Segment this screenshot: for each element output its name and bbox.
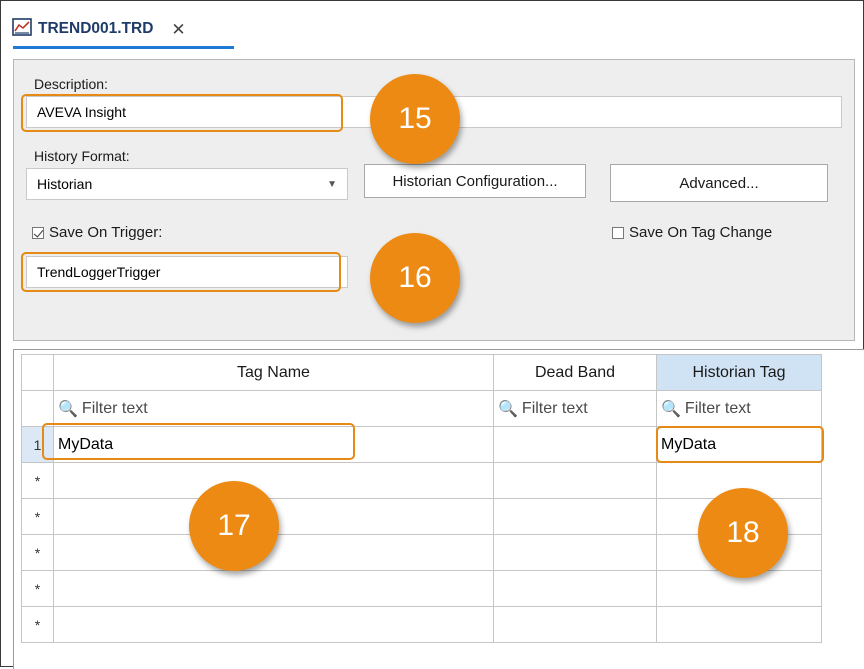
filter-row-header: [21, 390, 54, 427]
filter-cell-historian-tag[interactable]: 🔍 Filter text: [656, 390, 822, 427]
row-header[interactable]: *: [21, 606, 54, 643]
save-on-tag-change-label: Save On Tag Change: [629, 224, 773, 241]
close-icon[interactable]: ✕: [171, 21, 185, 38]
row-header[interactable]: *: [21, 570, 54, 607]
callout-16: 16: [370, 233, 460, 323]
editor-window: TREND001.TRD ✕ Description: AVEVA Insigh…: [0, 0, 864, 669]
row-header[interactable]: 1: [21, 426, 54, 463]
search-icon: 🔍: [498, 400, 518, 418]
cell-tag-name[interactable]: [53, 462, 494, 499]
row-header-corner[interactable]: [21, 354, 54, 391]
row-header[interactable]: *: [21, 462, 54, 499]
cell-dead-band[interactable]: [493, 534, 657, 571]
filter-placeholder: Filter text: [684, 399, 751, 417]
tab-strip: TREND001.TRD ✕: [2, 2, 862, 49]
save-on-tag-change-checkbox[interactable]: Save On Tag Change: [612, 224, 772, 241]
trigger-tag-value: TrendLoggerTrigger: [37, 264, 161, 280]
filter-cell-dead-band[interactable]: 🔍 Filter text: [493, 390, 657, 427]
save-on-trigger-checkbox[interactable]: Save On Trigger:: [32, 224, 162, 241]
filter-placeholder: Filter text: [521, 399, 588, 417]
history-format-value: Historian: [37, 176, 93, 192]
callout-17: 17: [189, 481, 279, 571]
tab-trend001[interactable]: TREND001.TRD ✕: [12, 12, 186, 46]
column-header-historian-tag[interactable]: Historian Tag: [656, 354, 822, 391]
cell-dead-band[interactable]: [493, 606, 657, 643]
cell-historian-tag[interactable]: MyData: [656, 426, 822, 463]
history-format-label: History Format:: [34, 148, 130, 164]
description-value: AVEVA Insight: [37, 104, 126, 120]
filter-cell-tag-name[interactable]: 🔍 Filter text: [53, 390, 494, 427]
grid-header-row: Tag Name Dead Band Historian Tag: [21, 354, 822, 391]
cell-historian-tag[interactable]: [656, 606, 822, 643]
description-label: Description:: [34, 76, 108, 92]
chevron-down-icon: ▼: [327, 178, 337, 190]
trend-file-icon: [12, 17, 32, 41]
tag-grid: Tag Name Dead Band Historian Tag 🔍 Filter…: [21, 354, 822, 643]
cell-tag-name[interactable]: [53, 606, 494, 643]
cell-tag-name[interactable]: MyData: [53, 426, 494, 463]
column-header-dead-band[interactable]: Dead Band: [493, 354, 657, 391]
save-on-trigger-label: Save On Trigger:: [49, 224, 163, 241]
cell-dead-band[interactable]: [493, 498, 657, 535]
filter-placeholder: Filter text: [81, 399, 148, 417]
table-row[interactable]: *: [21, 606, 822, 643]
callout-18: 18: [698, 488, 788, 578]
active-tab-indicator: [13, 46, 234, 49]
column-header-tag-name[interactable]: Tag Name: [53, 354, 494, 391]
table-row[interactable]: 1 MyData MyData: [21, 426, 822, 463]
cell-dead-band[interactable]: [493, 570, 657, 607]
row-header[interactable]: *: [21, 498, 54, 535]
history-format-select[interactable]: Historian ▼: [26, 168, 348, 200]
callout-15: 15: [370, 74, 460, 164]
cell-tag-name[interactable]: [53, 570, 494, 607]
checkbox-unchecked-icon: [612, 226, 624, 239]
row-header[interactable]: *: [21, 534, 54, 571]
advanced-button[interactable]: Advanced...: [610, 164, 828, 202]
cell-dead-band[interactable]: [493, 426, 657, 463]
filter-row: 🔍 Filter text 🔍 Filter text 🔍 Filter text: [21, 390, 822, 427]
tab-title: TREND001.TRD: [38, 20, 154, 37]
cell-dead-band[interactable]: [493, 462, 657, 499]
checkbox-checked-icon: [32, 226, 44, 239]
table-row[interactable]: *: [21, 570, 822, 607]
search-icon: 🔍: [661, 400, 681, 418]
table-row[interactable]: *: [21, 462, 822, 499]
trigger-tag-field[interactable]: TrendLoggerTrigger: [26, 256, 348, 288]
search-icon: 🔍: [58, 400, 78, 418]
historian-configuration-button[interactable]: Historian Configuration...: [364, 164, 586, 198]
